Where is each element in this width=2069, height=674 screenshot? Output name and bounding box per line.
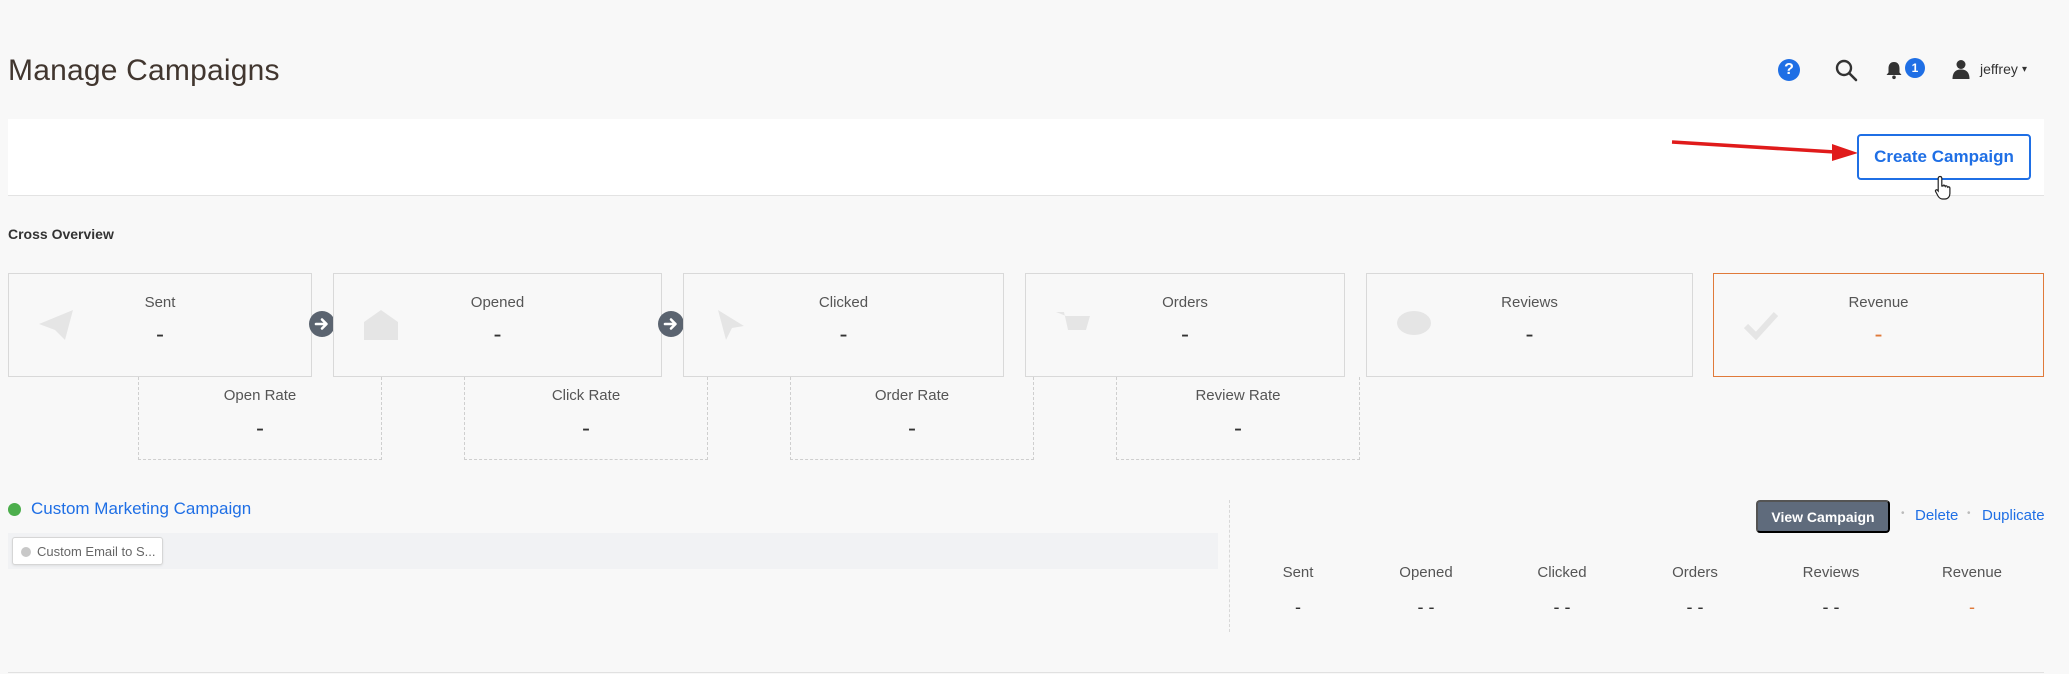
rate-value: -: [908, 415, 916, 442]
stat-card-revenue: Revenue -: [1713, 273, 2044, 377]
rate-box-review-rate: Review Rate -: [1116, 377, 1360, 460]
stat-label: Orders: [1162, 294, 1208, 311]
stat-value: -: [1295, 597, 1301, 617]
view-campaign-button[interactable]: View Campaign: [1756, 500, 1890, 533]
stat-label: Clicked: [1537, 564, 1587, 581]
rate-box-open-rate: Open Rate -: [138, 377, 382, 460]
annotation-arrow-icon: [1671, 140, 1858, 161]
notification-badge: 1: [1905, 58, 1925, 78]
stat-value: -: [1874, 321, 1883, 348]
rate-value: -: [256, 415, 264, 442]
rate-box-order-rate: Order Rate -: [790, 377, 1034, 460]
stat-label: Revenue: [1848, 294, 1909, 311]
link-separator: •: [1967, 508, 1971, 519]
stat-value: -: [1969, 597, 1975, 617]
duplicate-link[interactable]: Duplicate: [1982, 507, 2045, 524]
stat-value: -: [1525, 321, 1534, 348]
user-icon[interactable]: [1952, 59, 1970, 79]
stat-label: Orders: [1672, 564, 1718, 581]
stat-card-sent: Sent -: [8, 273, 312, 377]
stat-value: - -: [1822, 597, 1840, 617]
bell-icon[interactable]: [1884, 60, 1904, 80]
stat-label: Opened: [1399, 564, 1453, 581]
campaign-stat-sent: Sent -: [1243, 564, 1353, 618]
divider: [8, 672, 2044, 673]
campaign-stat-orders: Orders - -: [1640, 564, 1750, 618]
campaign-flow-strip: [8, 533, 1218, 569]
create-campaign-button[interactable]: Create Campaign: [1857, 134, 2031, 180]
stat-label: Reviews: [1501, 294, 1558, 311]
rate-value: -: [1234, 415, 1242, 442]
campaign-step-chip[interactable]: Custom Email to S...: [12, 537, 163, 565]
stat-card-reviews: Reviews -: [1366, 273, 1693, 377]
stat-label: Clicked: [818, 294, 869, 311]
campaign-status-dot: [8, 503, 21, 516]
hand-cursor-icon: [1934, 175, 1951, 200]
stat-card-opened: Opened -: [333, 273, 662, 377]
rate-label: Click Rate: [551, 387, 621, 404]
arrow-right-circle-icon: [658, 311, 684, 337]
user-menu-name[interactable]: jeffrey: [1980, 61, 2018, 77]
stat-value: -: [1181, 321, 1189, 348]
link-separator: •: [1901, 508, 1905, 519]
stat-value: - -: [1417, 597, 1435, 617]
campaign-stat-revenue: Revenue -: [1917, 564, 2027, 618]
stat-label: Sent: [1282, 564, 1314, 581]
rate-label: Review Rate: [1195, 387, 1281, 404]
campaign-stat-reviews: Reviews - -: [1776, 564, 1886, 618]
page-title: Manage Campaigns: [8, 54, 280, 87]
rate-box-click-rate: Click Rate -: [464, 377, 708, 460]
stat-label: Revenue: [1941, 564, 2003, 581]
stat-value: -: [156, 321, 164, 348]
divider: [1229, 500, 1230, 632]
stat-value: - -: [1553, 597, 1571, 617]
campaign-name-link[interactable]: Custom Marketing Campaign: [31, 499, 251, 519]
arrow-right-circle-icon: [309, 311, 335, 337]
stat-label: Reviews: [1802, 564, 1860, 581]
help-icon[interactable]: ?: [1778, 59, 1800, 81]
rate-label: Order Rate: [874, 387, 950, 404]
stat-value: -: [839, 321, 848, 348]
stat-card-clicked: Clicked -: [683, 273, 1004, 377]
stat-value: -: [493, 321, 502, 348]
campaign-stat-clicked: Clicked - -: [1507, 564, 1617, 618]
delete-link[interactable]: Delete: [1915, 507, 1958, 524]
rate-label: Open Rate: [223, 387, 297, 404]
step-status-dot: [21, 547, 31, 557]
stat-label: Sent: [144, 294, 176, 311]
section-label-cross-overview: Cross Overview: [8, 226, 114, 242]
search-icon[interactable]: [1834, 58, 1858, 82]
rate-value: -: [582, 415, 590, 442]
stat-label: Opened: [470, 294, 525, 311]
chevron-down-icon[interactable]: ▾: [2022, 64, 2027, 75]
stat-value: - -: [1686, 597, 1704, 617]
campaign-stat-opened: Opened - -: [1371, 564, 1481, 618]
step-label: Custom Email to S...: [37, 544, 156, 559]
stat-card-orders: Orders -: [1025, 273, 1345, 377]
